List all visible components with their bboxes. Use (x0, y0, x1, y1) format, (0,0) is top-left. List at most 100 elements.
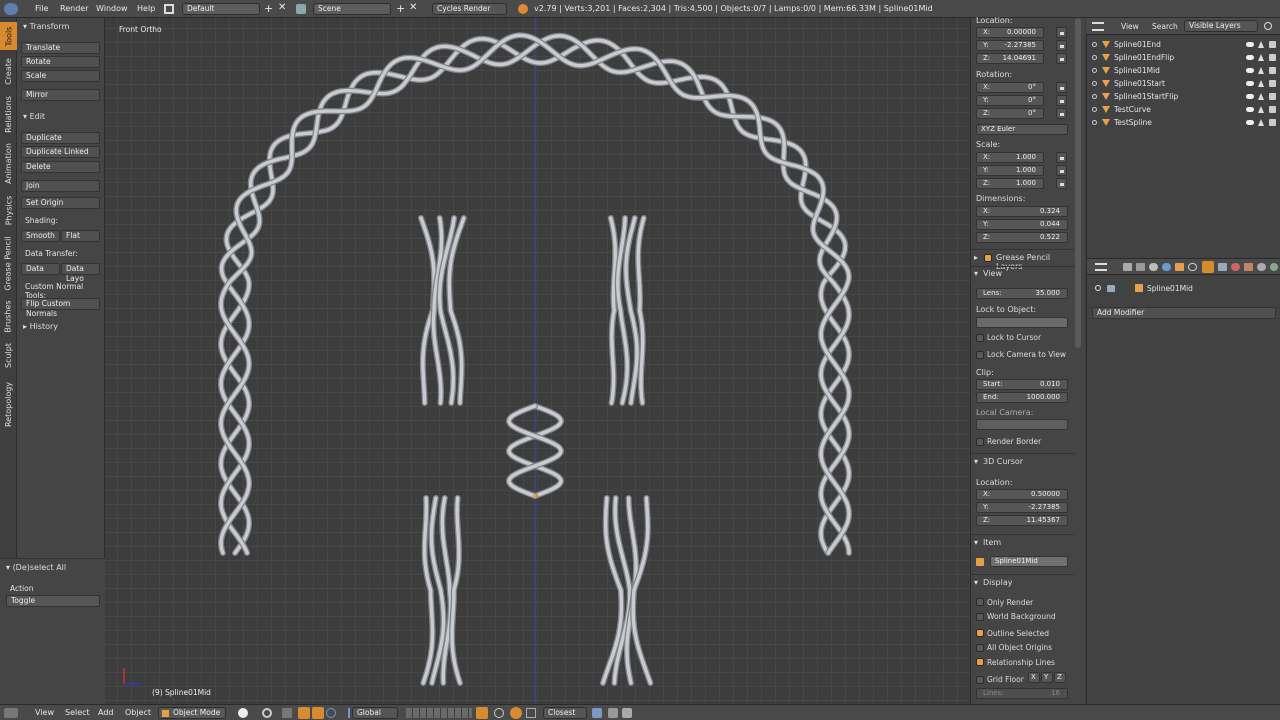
duplicate-button[interactable]: Duplicate (21, 132, 100, 144)
editor-type-icon[interactable] (4, 708, 18, 718)
select-arrow-icon[interactable] (1258, 93, 1264, 100)
menu-help[interactable]: Help (137, 4, 155, 13)
mode-dropdown[interactable]: Object Mode (158, 707, 226, 719)
select-arrow-icon[interactable] (1258, 119, 1264, 126)
location-y-field[interactable]: Y: -2.27385 (976, 40, 1044, 51)
lock-scale-y-icon[interactable] (1056, 165, 1067, 176)
set-origin-dropdown[interactable]: Set Origin (21, 197, 100, 209)
visibility-eye-icon[interactable] (1246, 120, 1254, 125)
manipulator-arrow-icon[interactable] (340, 708, 350, 718)
world-tab-icon[interactable] (1162, 263, 1171, 271)
lock-camera-checkbox[interactable] (976, 351, 984, 359)
data-tab-icon[interactable] (1218, 263, 1227, 271)
view-menu[interactable]: View (35, 708, 54, 717)
render-camera-icon[interactable] (1269, 41, 1276, 48)
translate-button[interactable]: Translate (21, 42, 100, 54)
edit-panel-header[interactable]: ▾ Edit (23, 112, 45, 121)
data-layout-button[interactable]: Data Layo (61, 263, 100, 283)
expand-dot-icon[interactable] (1092, 68, 1097, 73)
proportional-edit-icon[interactable] (476, 707, 488, 719)
expand-dot-icon[interactable] (1092, 42, 1097, 47)
world-background-checkbox[interactable] (976, 613, 984, 621)
render-camera-icon[interactable] (1269, 93, 1276, 100)
add-scene-icon[interactable]: + (396, 2, 405, 15)
outliner-search-menu[interactable]: Search (1152, 22, 1178, 31)
select-arrow-icon[interactable] (1258, 80, 1264, 87)
visibility-eye-icon[interactable] (1246, 107, 1254, 112)
only-render-checkbox[interactable] (976, 598, 984, 606)
rotation-x-field[interactable]: X: 0° (976, 82, 1044, 93)
lock-location-y-icon[interactable] (1056, 40, 1067, 51)
manipulator-toggle-icon[interactable] (282, 708, 292, 718)
tab-physics[interactable]: Physics (0, 190, 17, 230)
render-camera-icon[interactable] (1269, 54, 1276, 61)
lock-rotation-x-icon[interactable] (1056, 82, 1067, 93)
all-object-origins-checkbox[interactable] (976, 644, 984, 652)
local-camera-field[interactable] (976, 419, 1068, 430)
scale-x-field[interactable]: X: 1.000 (976, 152, 1044, 163)
render-camera-icon[interactable] (1269, 119, 1276, 126)
rotate-manipulator-icon[interactable] (312, 707, 324, 719)
visibility-eye-icon[interactable] (1246, 94, 1254, 99)
texture-tab-icon[interactable] (1244, 263, 1253, 271)
render-camera-icon[interactable] (1269, 106, 1276, 113)
outliner-search-icon[interactable] (1264, 22, 1272, 30)
screen-layout-icon[interactable] (164, 4, 174, 14)
visibility-eye-icon[interactable] (1246, 55, 1254, 60)
gp-layers-checkbox[interactable] (984, 254, 992, 262)
pivot-point-icon[interactable] (262, 708, 272, 718)
select-menu[interactable]: Select (65, 708, 90, 717)
scene-icon[interactable] (296, 4, 306, 14)
tab-sculpt[interactable]: Sculpt (0, 338, 17, 372)
smooth-button[interactable]: Smooth (21, 230, 60, 242)
menu-window[interactable]: Window (96, 4, 128, 13)
scale-manipulator-icon[interactable] (326, 708, 336, 718)
snap-toggle-icon[interactable] (494, 708, 504, 718)
dimension-z-field[interactable]: Z: 0.522 (976, 232, 1068, 243)
clip-start-field[interactable]: Start: 0.010 (976, 379, 1068, 390)
visibility-eye-icon[interactable] (1246, 68, 1254, 73)
viewport-shading-icon[interactable] (238, 708, 248, 718)
tab-animation[interactable]: Animation (0, 138, 17, 188)
grid-floor-checkbox[interactable] (976, 676, 984, 684)
particles-tab-icon[interactable] (1257, 263, 1266, 271)
clip-end-field[interactable]: End: 1000.000 (976, 392, 1068, 403)
scale-y-field[interactable]: Y: 1.000 (976, 165, 1044, 176)
item-panel-header[interactable]: ▾ Item (971, 534, 1075, 548)
select-arrow-icon[interactable] (1258, 54, 1264, 61)
tab-retopology[interactable]: Retopology (0, 374, 17, 434)
cursor-y-field[interactable]: Y: -2.27385 (976, 502, 1068, 513)
delete-button[interactable]: Delete (21, 161, 100, 173)
join-button[interactable]: Join (21, 180, 100, 192)
dimension-x-field[interactable]: X: 0.324 (976, 206, 1068, 217)
object-tab-icon[interactable] (1175, 263, 1184, 271)
view-panel-header[interactable]: ▾ View (971, 266, 1075, 280)
rotate-button[interactable]: Rotate (21, 56, 100, 68)
lock-location-z-icon[interactable] (1056, 53, 1067, 64)
menu-render[interactable]: Render (60, 4, 88, 13)
outliner-view-menu[interactable]: View (1121, 22, 1139, 31)
outliner-row[interactable]: Spline01Start (1088, 77, 1276, 90)
dimension-y-field[interactable]: Y: 0.044 (976, 219, 1068, 230)
transform-orientation-dropdown[interactable]: Global (352, 707, 398, 719)
history-panel-header[interactable]: ▸ History (23, 322, 58, 331)
action-dropdown[interactable]: Toggle (6, 595, 100, 607)
render-animation-icon[interactable] (608, 708, 618, 718)
render-layers-tab-icon[interactable] (1136, 263, 1145, 271)
select-arrow-icon[interactable] (1258, 67, 1264, 74)
physics-tab-icon[interactable] (1270, 263, 1278, 271)
blender-logo-icon[interactable] (4, 3, 18, 15)
properties-editor-icon[interactable] (1095, 263, 1107, 271)
operator-panel-header[interactable]: ▾ (De)select All (6, 563, 66, 572)
outliner-editor-icon[interactable] (1092, 22, 1104, 31)
snap-element-icon[interactable] (510, 707, 522, 719)
close-scene-icon[interactable]: ✕ (409, 2, 417, 13)
lock-location-x-icon[interactable] (1056, 27, 1067, 38)
lock-to-object-field[interactable] (976, 317, 1068, 328)
expand-dot-icon[interactable] (1092, 120, 1097, 125)
3d-viewport[interactable]: Front Ortho (9) Spline01Mid (106, 18, 970, 704)
outliner-row[interactable]: TestCurve (1088, 103, 1276, 116)
display-panel-header[interactable]: ▾ Display (971, 574, 1075, 588)
render-camera-icon[interactable] (1269, 67, 1276, 74)
snap-target-dropdown[interactable]: Closest (543, 707, 587, 719)
